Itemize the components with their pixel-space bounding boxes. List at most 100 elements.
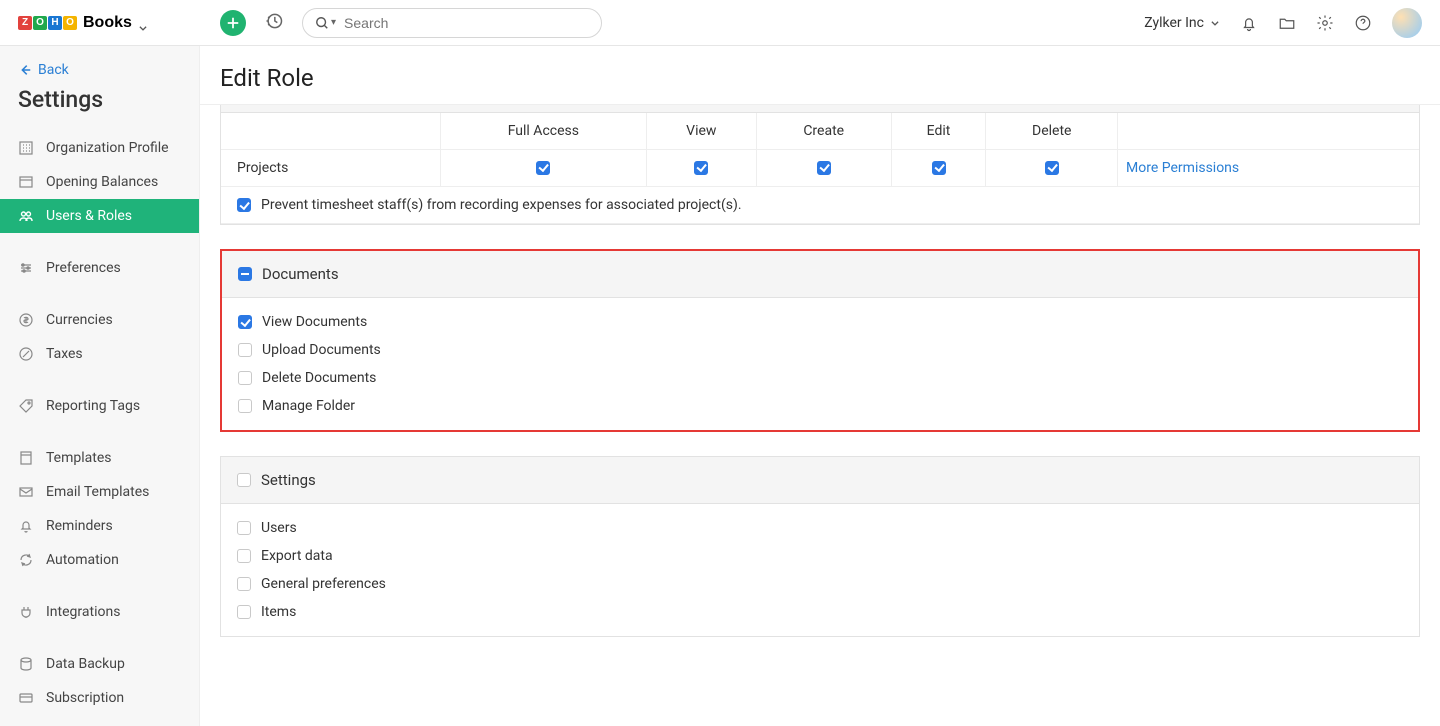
page-header: Edit Role bbox=[200, 46, 1440, 105]
perm-item-view-documents: View Documents bbox=[238, 314, 1402, 330]
currency-icon bbox=[18, 312, 34, 328]
sidebar-item-label: Reporting Tags bbox=[46, 398, 140, 414]
search-input[interactable] bbox=[344, 15, 589, 31]
perm-item-delete-documents: Delete Documents bbox=[238, 370, 1402, 386]
checkbox-create[interactable] bbox=[817, 161, 831, 175]
more-permissions-link[interactable]: More Permissions bbox=[1126, 160, 1239, 176]
documents-title: Documents bbox=[262, 265, 339, 283]
perm-item-export-data: Export data bbox=[237, 548, 1403, 564]
sidebar-item-currencies[interactable]: Currencies bbox=[0, 303, 199, 337]
subscription-icon bbox=[18, 690, 34, 706]
sidebar-item-data-backup[interactable]: Data Backup bbox=[0, 647, 199, 681]
checkbox-users[interactable] bbox=[237, 521, 251, 535]
checkbox-manage-folder[interactable] bbox=[238, 399, 252, 413]
checkbox-settings-toggle[interactable] bbox=[237, 473, 251, 487]
checkbox-delete-documents[interactable] bbox=[238, 371, 252, 385]
perm-label: Users bbox=[261, 520, 297, 536]
sidebar-group: Organization Profile Opening Balances Us… bbox=[0, 125, 199, 233]
email-icon bbox=[18, 484, 34, 500]
plug-icon bbox=[18, 604, 34, 620]
timesheet-note-text: Prevent timesheet staff(s) from recordin… bbox=[261, 197, 742, 213]
help-icon[interactable] bbox=[1354, 14, 1372, 32]
perm-label: Upload Documents bbox=[262, 342, 381, 358]
topbar-right: Zylker Inc bbox=[1144, 8, 1422, 38]
search-icon bbox=[315, 16, 329, 30]
quick-create-button[interactable] bbox=[220, 10, 246, 36]
brand-area[interactable]: ZOHO Books bbox=[0, 15, 200, 31]
bell-icon bbox=[18, 518, 34, 534]
documents-panel: Documents View Documents Upload Document… bbox=[220, 249, 1420, 432]
checkbox-view[interactable] bbox=[694, 161, 708, 175]
checkbox-items[interactable] bbox=[237, 605, 251, 619]
main: Edit Role Full Access View Create Edit D… bbox=[200, 46, 1440, 726]
sidebar-item-integrations[interactable]: Integrations bbox=[0, 595, 199, 629]
notifications-icon[interactable] bbox=[1240, 14, 1258, 32]
sidebar-item-label: Templates bbox=[46, 450, 112, 466]
sidebar-item-organization-profile[interactable]: Organization Profile bbox=[0, 131, 199, 165]
sidebar-item-preferences[interactable]: Preferences bbox=[0, 251, 199, 285]
sidebar-item-label: Integrations bbox=[46, 604, 120, 620]
topbar: ZOHO Books ▾ Zylker Inc bbox=[0, 0, 1440, 46]
users-icon bbox=[18, 208, 34, 224]
sliders-icon bbox=[18, 260, 34, 276]
perm-item-manage-folder: Manage Folder bbox=[238, 398, 1402, 414]
checkbox-upload-documents[interactable] bbox=[238, 343, 252, 357]
search-box[interactable]: ▾ bbox=[302, 8, 602, 38]
sidebar-item-label: Email Templates bbox=[46, 484, 149, 500]
checkbox-view-documents[interactable] bbox=[238, 315, 252, 329]
recent-activities-icon[interactable] bbox=[264, 11, 284, 35]
timesheet-note-row: Prevent timesheet staff(s) from recordin… bbox=[221, 187, 1419, 224]
perm-item-general-preferences: General preferences bbox=[237, 576, 1403, 592]
perm-label: Delete Documents bbox=[262, 370, 376, 386]
sidebar-item-email-templates[interactable]: Email Templates bbox=[0, 475, 199, 509]
sidebar-item-reminders[interactable]: Reminders bbox=[0, 509, 199, 543]
sidebar-item-reporting-tags[interactable]: Reporting Tags bbox=[0, 389, 199, 423]
scroll-area: Full Access View Create Edit Delete Proj… bbox=[200, 105, 1440, 726]
avatar[interactable] bbox=[1392, 8, 1422, 38]
org-switcher[interactable]: Zylker Inc bbox=[1144, 15, 1220, 31]
timesheets-panel-header-clipped bbox=[221, 105, 1419, 113]
checkbox-delete[interactable] bbox=[1045, 161, 1059, 175]
perm-row-projects: Projects More Permissions bbox=[221, 150, 1419, 187]
checkbox-prevent-timesheet[interactable] bbox=[237, 198, 251, 212]
sidebar-item-users-roles[interactable]: Users & Roles bbox=[0, 199, 199, 233]
sidebar-item-taxes[interactable]: Taxes bbox=[0, 337, 199, 371]
checkbox-documents-toggle[interactable] bbox=[238, 267, 252, 281]
folder-icon[interactable] bbox=[1278, 14, 1296, 32]
perm-label: Manage Folder bbox=[262, 398, 355, 414]
sidebar-item-label: Users & Roles bbox=[46, 208, 132, 224]
layout: Back Settings Organization Profile Openi… bbox=[0, 46, 1440, 726]
sidebar-item-subscription[interactable]: Subscription bbox=[0, 681, 199, 715]
documents-panel-header: Documents bbox=[222, 251, 1418, 298]
perm-col-label bbox=[221, 113, 441, 150]
perm-col-fullaccess: Full Access bbox=[441, 113, 647, 150]
sidebar-item-label: Automation bbox=[46, 552, 119, 568]
settings-gear-icon[interactable] bbox=[1316, 14, 1334, 32]
template-icon bbox=[18, 450, 34, 466]
checkbox-general-preferences[interactable] bbox=[237, 577, 251, 591]
perm-label: View Documents bbox=[262, 314, 367, 330]
org-name: Zylker Inc bbox=[1144, 15, 1204, 31]
back-label: Back bbox=[38, 62, 69, 78]
checkbox-export-data[interactable] bbox=[237, 549, 251, 563]
sidebar-item-label: Reminders bbox=[46, 518, 113, 534]
checkbox-edit[interactable] bbox=[932, 161, 946, 175]
building-icon bbox=[18, 140, 34, 156]
settings-perm-list: Users Export data General preferences It… bbox=[221, 504, 1419, 636]
sidebar-item-opening-balances[interactable]: Opening Balances bbox=[0, 165, 199, 199]
sidebar: Back Settings Organization Profile Openi… bbox=[0, 46, 200, 726]
perm-item-users: Users bbox=[237, 520, 1403, 536]
back-link[interactable]: Back bbox=[0, 60, 199, 86]
sidebar-item-automation[interactable]: Automation bbox=[0, 543, 199, 577]
sidebar-item-label: Opening Balances bbox=[46, 174, 158, 190]
perm-row-label: Projects bbox=[221, 150, 441, 187]
settings-panel-header: Settings bbox=[221, 457, 1419, 504]
checkbox-fullaccess[interactable] bbox=[536, 161, 550, 175]
quick-actions bbox=[200, 10, 284, 36]
perm-item-items: Items bbox=[237, 604, 1403, 620]
sidebar-item-label: Organization Profile bbox=[46, 140, 169, 156]
perm-col-delete: Delete bbox=[986, 113, 1118, 150]
sidebar-item-templates[interactable]: Templates bbox=[0, 441, 199, 475]
settings-panel: Settings Users Export data General prefe… bbox=[220, 456, 1420, 637]
perm-label: Items bbox=[261, 604, 296, 620]
